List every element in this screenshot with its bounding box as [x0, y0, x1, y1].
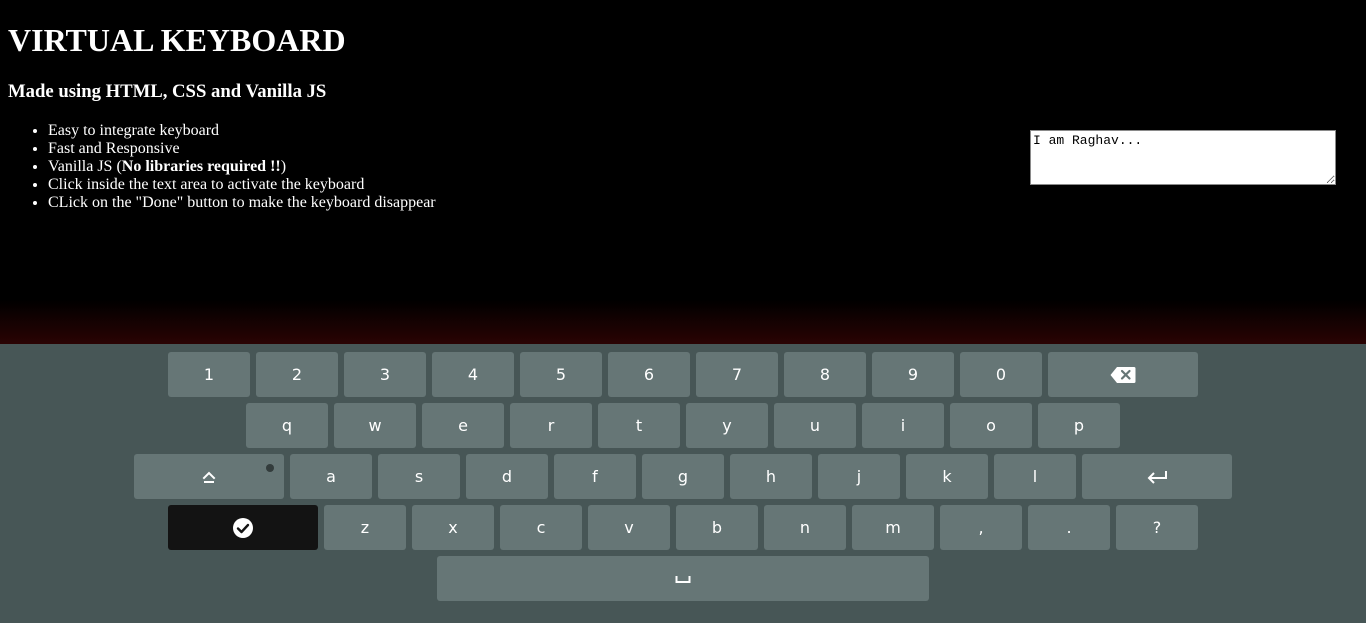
- key-g[interactable]: g: [642, 454, 724, 499]
- caps-lock-indicator: [266, 464, 274, 472]
- key-t[interactable]: t: [598, 403, 680, 448]
- key-3[interactable]: 3: [344, 352, 426, 397]
- key-j[interactable]: j: [818, 454, 900, 499]
- key-y[interactable]: y: [686, 403, 768, 448]
- key-question[interactable]: ?: [1116, 505, 1198, 550]
- key-4[interactable]: 4: [432, 352, 514, 397]
- key-f[interactable]: f: [554, 454, 636, 499]
- key-x[interactable]: x: [412, 505, 494, 550]
- key-b[interactable]: b: [676, 505, 758, 550]
- space-icon: [675, 574, 691, 584]
- page-title: VIRTUAL KEYBOARD: [8, 22, 346, 58]
- key-o[interactable]: o: [950, 403, 1032, 448]
- key-period[interactable]: .: [1028, 505, 1110, 550]
- caps-lock-icon: [202, 470, 216, 484]
- key-6[interactable]: 6: [608, 352, 690, 397]
- key-9[interactable]: 9: [872, 352, 954, 397]
- key-l[interactable]: l: [994, 454, 1076, 499]
- key-p[interactable]: p: [1038, 403, 1120, 448]
- key-v[interactable]: v: [588, 505, 670, 550]
- key-8[interactable]: 8: [784, 352, 866, 397]
- key-w[interactable]: w: [334, 403, 416, 448]
- feature-item: Easy to integrate keyboard: [48, 122, 436, 140]
- feature-item: Click inside the text area to activate t…: [48, 176, 436, 194]
- key-2[interactable]: 2: [256, 352, 338, 397]
- key-comma[interactable]: ,: [940, 505, 1022, 550]
- feature-item: Vanilla JS (No libraries required !!): [48, 158, 436, 176]
- key-7[interactable]: 7: [696, 352, 778, 397]
- key-k[interactable]: k: [906, 454, 988, 499]
- key-i[interactable]: i: [862, 403, 944, 448]
- key-0[interactable]: 0: [960, 352, 1042, 397]
- key-1[interactable]: 1: [168, 352, 250, 397]
- key-h[interactable]: h: [730, 454, 812, 499]
- key-u[interactable]: u: [774, 403, 856, 448]
- key-r[interactable]: r: [510, 403, 592, 448]
- enter-key[interactable]: [1082, 454, 1232, 499]
- check-circle-icon: [232, 517, 254, 539]
- key-a[interactable]: a: [290, 454, 372, 499]
- key-5[interactable]: 5: [520, 352, 602, 397]
- page-subtitle: Made using HTML, CSS and Vanilla JS: [8, 81, 327, 102]
- feature-item: CLick on the "Done" button to make the k…: [48, 194, 436, 212]
- feature-list: Easy to integrate keyboard Fast and Resp…: [8, 122, 436, 212]
- enter-icon: [1146, 470, 1168, 484]
- text-input-area[interactable]: I am Raghav...: [1030, 130, 1336, 185]
- key-c[interactable]: c: [500, 505, 582, 550]
- space-key[interactable]: [437, 556, 929, 601]
- caps-lock-key[interactable]: [134, 454, 284, 499]
- backspace-key[interactable]: [1048, 352, 1198, 397]
- feature-emphasis: No libraries required !!: [121, 158, 281, 175]
- feature-item: Fast and Responsive: [48, 140, 436, 158]
- key-s[interactable]: s: [378, 454, 460, 499]
- key-d[interactable]: d: [466, 454, 548, 499]
- key-m[interactable]: m: [852, 505, 934, 550]
- feature-prefix: Vanilla JS (: [48, 158, 122, 175]
- feature-suffix: ): [280, 158, 287, 175]
- key-n[interactable]: n: [764, 505, 846, 550]
- done-key[interactable]: [168, 505, 318, 550]
- backspace-icon: [1110, 366, 1136, 384]
- virtual-keyboard: 1 2 3 4 5 6 7 8 9 0 q w e r t y u i o p …: [0, 344, 1366, 623]
- key-e[interactable]: e: [422, 403, 504, 448]
- key-q[interactable]: q: [246, 403, 328, 448]
- key-z[interactable]: z: [324, 505, 406, 550]
